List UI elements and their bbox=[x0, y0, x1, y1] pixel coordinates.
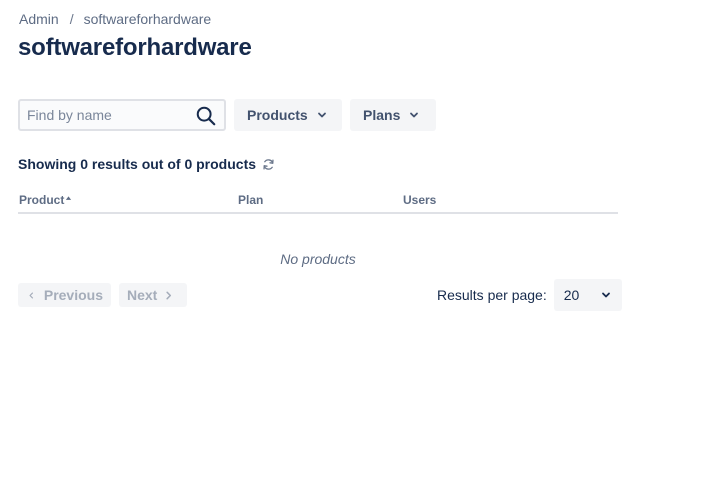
empty-state-message: No products bbox=[280, 251, 356, 267]
column-header-plan[interactable]: Plan bbox=[238, 193, 263, 207]
breadcrumb-separator: / bbox=[69, 11, 74, 27]
refresh-icon[interactable] bbox=[262, 158, 275, 171]
chevron-left-icon bbox=[29, 292, 34, 298]
breadcrumb-current-link[interactable]: softwareforhardware bbox=[84, 11, 212, 27]
breadcrumb: Admin / softwareforhardware bbox=[19, 10, 211, 28]
breadcrumb-admin-link[interactable]: Admin bbox=[19, 11, 59, 27]
plans-filter-label: Plans bbox=[363, 107, 401, 123]
search-input[interactable] bbox=[20, 102, 192, 128]
results-per-page-label: Results per page: bbox=[437, 287, 547, 303]
column-header-label: Product bbox=[19, 193, 65, 207]
search-box bbox=[18, 99, 226, 131]
page: Admin / softwareforhardware softwareforh… bbox=[0, 0, 723, 488]
products-filter-label: Products bbox=[247, 107, 308, 123]
products-table: Product Plan Users No products bbox=[18, 189, 618, 267]
column-header-users[interactable]: Users bbox=[403, 193, 436, 207]
results-summary-text: Showing 0 results out of 0 products bbox=[18, 156, 257, 172]
search-icon[interactable] bbox=[195, 105, 217, 127]
previous-page-button[interactable]: Previous bbox=[18, 283, 111, 307]
plans-filter-dropdown[interactable]: Plans bbox=[350, 99, 436, 131]
page-title: softwareforhardware bbox=[18, 34, 252, 61]
results-summary: Showing 0 results out of 0 products bbox=[18, 155, 275, 173]
results-per-page-value: 20 bbox=[563, 287, 580, 303]
chevron-down-icon bbox=[410, 112, 419, 118]
table-header: Product Plan Users bbox=[18, 189, 618, 214]
column-header-label: Plan bbox=[238, 193, 264, 207]
next-page-label: Next bbox=[127, 287, 158, 303]
column-header-label: Users bbox=[403, 193, 437, 207]
sort-ascending-icon bbox=[66, 196, 72, 200]
next-page-button[interactable]: Next bbox=[119, 283, 187, 307]
results-per-page: Results per page: 20 bbox=[437, 279, 622, 311]
results-per-page-select[interactable]: 20 bbox=[553, 279, 622, 311]
pagination: Previous Next bbox=[18, 283, 187, 307]
chevron-down-icon bbox=[317, 112, 326, 118]
products-filter-dropdown[interactable]: Products bbox=[234, 99, 342, 131]
filter-bar: Products Plans bbox=[18, 99, 436, 131]
previous-page-label: Previous bbox=[43, 287, 103, 303]
chevron-down-icon bbox=[601, 292, 610, 298]
chevron-right-icon bbox=[166, 291, 172, 299]
column-header-product[interactable]: Product bbox=[19, 193, 72, 207]
